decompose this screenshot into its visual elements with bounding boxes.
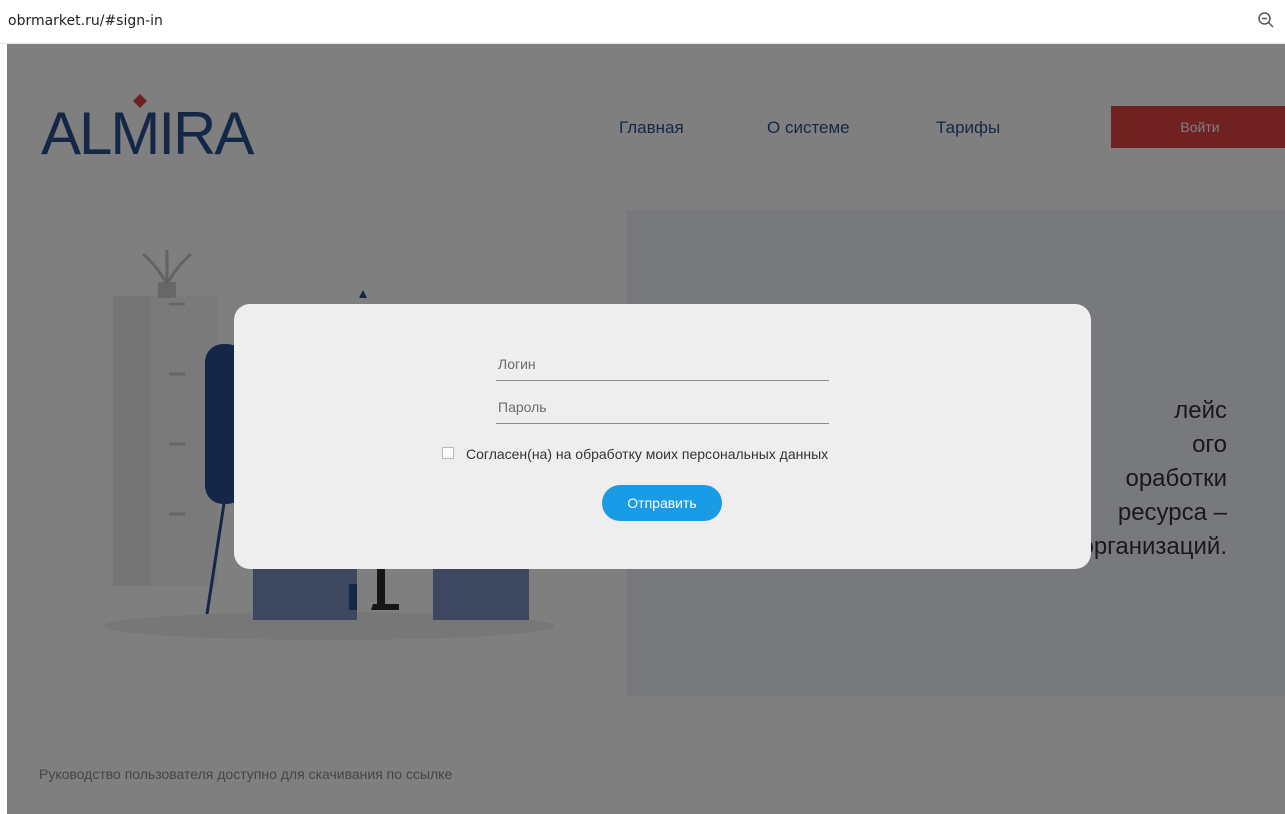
- login-field[interactable]: [496, 350, 829, 381]
- login-input[interactable]: [496, 350, 829, 378]
- consent-checkbox[interactable]: [442, 447, 454, 459]
- consent-label[interactable]: Согласен(на) на обработку моих персональ…: [466, 445, 828, 463]
- url-text[interactable]: obrmarket.ru/#sign-in: [8, 13, 163, 29]
- zoom-out-icon[interactable]: [1257, 11, 1275, 29]
- password-field[interactable]: [496, 393, 829, 424]
- sign-in-modal: Согласен(на) на обработку моих персональ…: [234, 304, 1091, 569]
- browser-address-bar[interactable]: obrmarket.ru/#sign-in: [0, 0, 1285, 44]
- password-input[interactable]: [496, 393, 829, 421]
- submit-button[interactable]: Отправить: [602, 485, 722, 521]
